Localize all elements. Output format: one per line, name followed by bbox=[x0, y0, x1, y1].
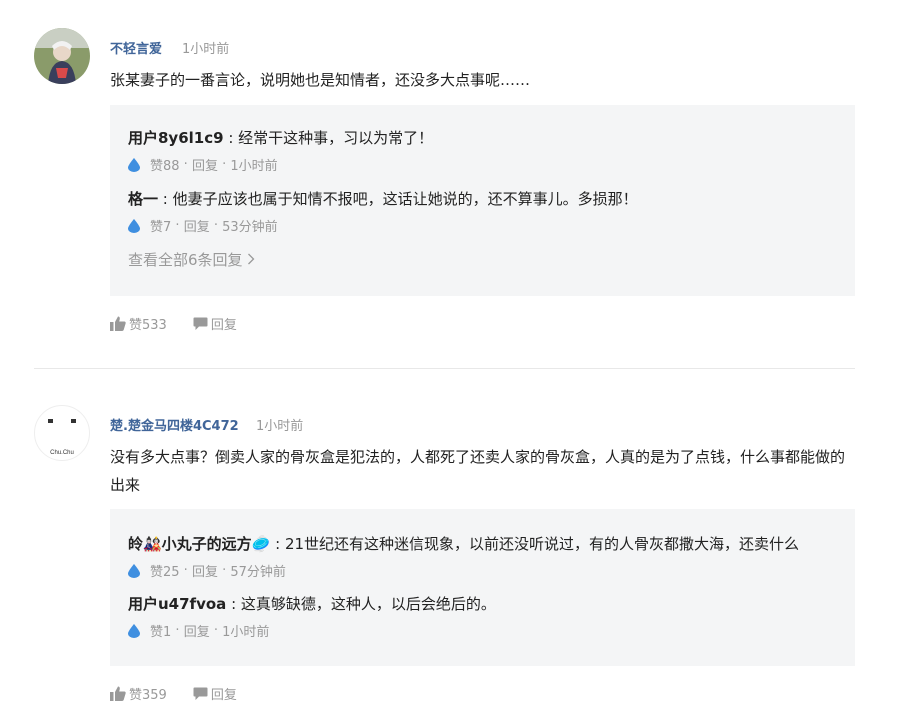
comment-time: 1小时前 bbox=[256, 419, 304, 434]
thumbs-up-icon bbox=[110, 686, 126, 701]
reply-text: 这真够缺德，这种人，以后会绝后的。 bbox=[240, 595, 496, 613]
reply-comment-button[interactable]: 回复 bbox=[193, 684, 237, 703]
meta-dot: · bbox=[217, 563, 231, 578]
replies-box: 用户8y6l1c9 : 经常干这种事，习以为常了！ 赞88 · 回复 · 1小时… bbox=[110, 105, 855, 296]
reply-label: 回复 bbox=[210, 688, 237, 703]
avatar-photo bbox=[34, 28, 90, 84]
reply-separator: : bbox=[270, 535, 285, 553]
reply-username[interactable]: 格一 bbox=[128, 190, 158, 208]
meta-dot: · bbox=[179, 157, 192, 172]
like-drop-icon[interactable] bbox=[128, 157, 140, 172]
avatar-text: Chu.Chu bbox=[50, 450, 74, 456]
reply-label: 回复 bbox=[210, 318, 237, 333]
reply-comment-button[interactable]: 回复 bbox=[193, 314, 237, 333]
like-drop-icon[interactable] bbox=[128, 623, 140, 638]
meta-dot: · bbox=[217, 157, 231, 172]
thumbs-up-icon bbox=[110, 316, 126, 331]
reply-separator: : bbox=[226, 595, 241, 613]
reply-button[interactable]: 回复 bbox=[192, 561, 218, 580]
reply-like-count[interactable]: 赞7 bbox=[150, 216, 171, 235]
reply-username[interactable]: 皊🎎小丸子的远方🥏 bbox=[128, 535, 270, 553]
reply-like-count[interactable]: 赞88 bbox=[150, 155, 180, 174]
reply-text: 他妻子应该也属于知情不报吧，这话让她说的，还不算事儿。多损那！ bbox=[172, 190, 638, 208]
comment-content: 没有多大点事？倒卖人家的骨灰盒是犯法的，人都死了还卖人家的骨灰盒，人真的是为了点… bbox=[110, 448, 846, 494]
comment-username[interactable]: 不轻言爱 bbox=[110, 38, 162, 57]
reply-item: 用户u47fvoa : 这真够缺德，这种人，以后会绝后的。 赞1 · 回复 · … bbox=[128, 593, 841, 640]
reply-time: 1小时前 bbox=[222, 625, 270, 640]
comment-content: 张某妻子的一番言论，说明她也是知情者，还没多大点事呢…… bbox=[110, 71, 531, 89]
meta-dot: · bbox=[209, 623, 223, 638]
reply-like-count[interactable]: 赞1 bbox=[150, 621, 171, 640]
reply-button[interactable]: 回复 bbox=[192, 155, 218, 174]
chevron-right-icon bbox=[248, 253, 255, 265]
reply-separator: : bbox=[223, 129, 239, 147]
meta-dot: · bbox=[209, 218, 223, 233]
replies-box: 皊🎎小丸子的远方🥏 : 21世纪还有这种迷信现象，以前还没听说过，有的人骨灰都撒… bbox=[110, 509, 855, 666]
reply-username[interactable]: 用户8y6l1c9 bbox=[128, 129, 224, 147]
reply-separator: : bbox=[158, 190, 173, 208]
comment-username[interactable]: 楚.楚金马四楼4C472 bbox=[110, 415, 239, 434]
reply-button[interactable]: 回复 bbox=[184, 216, 210, 235]
reply-button[interactable]: 回复 bbox=[184, 621, 210, 640]
reply-item: 格一 : 他妻子应该也属于知情不报吧，这话让她说的，还不算事儿。多损那！ 赞7 … bbox=[128, 188, 841, 235]
like-button[interactable]: 赞359 bbox=[110, 684, 167, 703]
meta-dot: · bbox=[179, 563, 192, 578]
meta-dot: · bbox=[171, 218, 184, 233]
like-drop-icon[interactable] bbox=[128, 563, 140, 578]
avatar-logo: Chu.Chu bbox=[48, 419, 76, 456]
like-drop-icon[interactable] bbox=[128, 218, 140, 233]
reply-text: 经常干这种事，习以为常了！ bbox=[238, 129, 434, 147]
view-all-replies-link[interactable]: 查看全部6条回复 bbox=[128, 249, 255, 270]
comment-divider bbox=[34, 368, 855, 369]
comment-bubble-icon bbox=[193, 317, 208, 330]
avatar[interactable] bbox=[34, 28, 90, 84]
view-all-label: 查看全部6条回复 bbox=[128, 251, 243, 269]
reply-username[interactable]: 用户u47fvoa bbox=[128, 595, 226, 613]
comment-bubble-icon bbox=[193, 687, 208, 700]
reply-time: 53分钟前 bbox=[222, 220, 278, 235]
reply-text: 21世纪还有这种迷信现象，以前还没听说过，有的人骨灰都撒大海，还卖什么 bbox=[284, 535, 800, 553]
like-button[interactable]: 赞533 bbox=[110, 314, 167, 333]
reply-item: 用户8y6l1c9 : 经常干这种事，习以为常了！ 赞88 · 回复 · 1小时… bbox=[128, 127, 841, 174]
avatar[interactable]: Chu.Chu bbox=[34, 405, 90, 461]
comment-actions: 赞533 回复 bbox=[110, 314, 263, 333]
like-count: 赞533 bbox=[129, 318, 167, 333]
meta-dot: · bbox=[171, 623, 184, 638]
reply-item: 皊🎎小丸子的远方🥏 : 21世纪还有这种迷信现象，以前还没听说过，有的人骨灰都撒… bbox=[128, 533, 841, 580]
comment-actions: 赞359 回复 bbox=[110, 684, 263, 703]
reply-time: 1小时前 bbox=[230, 159, 278, 174]
like-count: 赞359 bbox=[129, 688, 167, 703]
reply-like-count[interactable]: 赞25 bbox=[150, 561, 180, 580]
reply-time: 57分钟前 bbox=[230, 565, 286, 580]
comment-time: 1小时前 bbox=[182, 42, 230, 57]
